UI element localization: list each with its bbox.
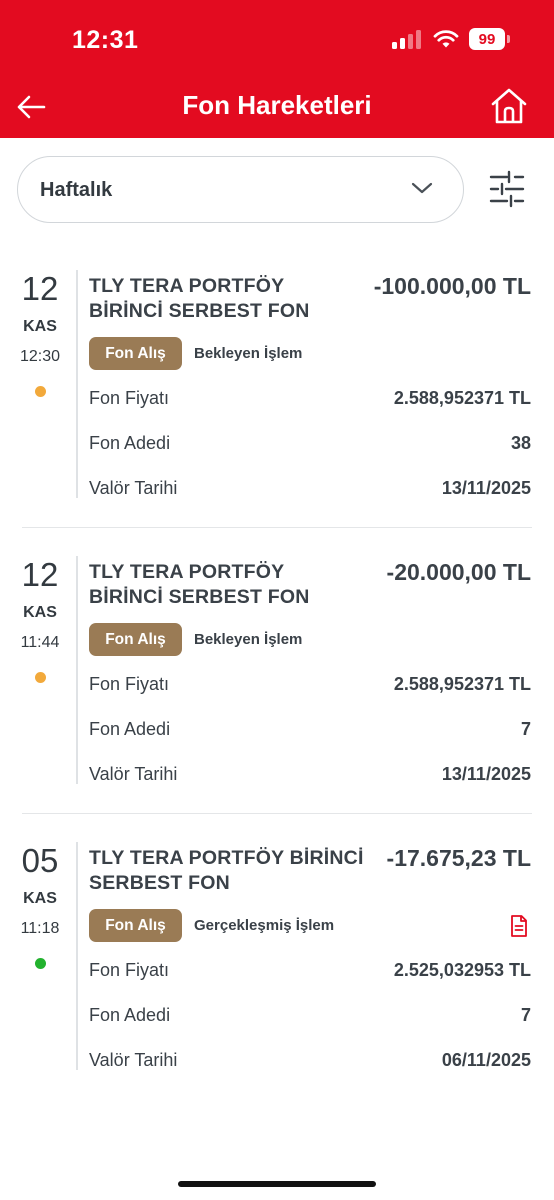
transaction-month: KAS <box>23 890 57 907</box>
transaction-type-badge: Fon Alış <box>89 623 182 656</box>
timeline-divider <box>76 556 78 784</box>
status-icons: 99 <box>392 28 510 50</box>
value-date-row: Valör Tarihi 13/11/2025 <box>89 478 531 506</box>
cellular-signal-icon <box>392 29 421 49</box>
transaction-month: KAS <box>23 604 57 621</box>
transaction-type-badge: Fon Alış <box>89 337 182 370</box>
price-row: Fon Fiyatı 2.588,952371 TL <box>89 674 531 702</box>
transaction-time: 11:44 <box>20 634 60 651</box>
home-indicator[interactable] <box>178 1181 376 1187</box>
document-icon[interactable] <box>509 914 529 938</box>
transaction-month: KAS <box>23 318 57 335</box>
quantity-value: 7 <box>520 719 531 739</box>
value-date-label: Valör Tarihi <box>89 478 178 498</box>
transaction-type-badge: Fon Alış <box>89 909 182 942</box>
quantity-label: Fon Adedi <box>89 1005 171 1025</box>
quantity-label: Fon Adedi <box>89 719 171 739</box>
filter-button[interactable] <box>488 169 526 209</box>
quantity-value: 38 <box>510 433 531 453</box>
transaction-day: 05 <box>21 842 59 879</box>
transaction-day: 12 <box>21 556 59 593</box>
value-date-row: Valör Tarihi 06/11/2025 <box>89 1050 531 1078</box>
fund-name-line: SERBEST FON <box>89 872 230 894</box>
price-row: Fon Fiyatı 2.525,032953 TL <box>89 960 531 988</box>
quantity-row: Fon Adedi 7 <box>89 719 531 747</box>
quantity-row: Fon Adedi 7 <box>89 1005 531 1033</box>
battery-cap <box>507 35 510 43</box>
fund-name: TLY TERA PORTFÖY BİRİNCİ SERBEST FON <box>89 846 364 896</box>
price-label: Fon Fiyatı <box>89 388 170 408</box>
status-time: 12:31 <box>72 26 139 54</box>
price-label: Fon Fiyatı <box>89 960 170 980</box>
period-selected-value: Haftalık <box>40 179 113 201</box>
wifi-icon <box>433 30 459 48</box>
app-header: 12:31 99 Fon Hareketleri <box>0 0 554 138</box>
fund-name: TLY TERA PORTFÖY BİRİNCİ SERBEST FON <box>89 560 309 610</box>
divider <box>22 813 532 814</box>
fund-name-line: TLY TERA PORTFÖY <box>89 561 285 583</box>
battery-icon: 99 <box>469 28 505 50</box>
transaction-time: 12:30 <box>19 348 61 365</box>
transaction-status: Bekleyen İşlem <box>194 345 303 362</box>
home-icon <box>491 88 527 124</box>
fund-name-line: BİRİNCİ SERBEST FON <box>89 586 310 608</box>
price-value: 2.588,952371 TL <box>393 388 531 408</box>
transaction-status: Gerçekleşmiş İşlem <box>194 917 335 934</box>
value-date-value: 13/11/2025 <box>441 478 531 498</box>
value-date-value: 13/11/2025 <box>441 764 531 784</box>
chevron-down-icon <box>411 182 433 194</box>
price-label: Fon Fiyatı <box>89 674 170 694</box>
fund-name-line: TLY TERA PORTFÖY <box>89 275 285 297</box>
price-row: Fon Fiyatı 2.588,952371 TL <box>89 388 531 416</box>
value-date-value: 06/11/2025 <box>441 1050 531 1070</box>
page-title: Fon Hareketleri <box>182 90 372 120</box>
price-value: 2.588,952371 TL <box>393 674 531 694</box>
quantity-label: Fon Adedi <box>89 433 171 453</box>
fund-name: TLY TERA PORTFÖY BİRİNCİ SERBEST FON <box>89 274 309 324</box>
quantity-value: 7 <box>520 1005 531 1025</box>
transaction-day: 12 <box>21 270 59 307</box>
value-date-row: Valör Tarihi 13/11/2025 <box>89 764 531 792</box>
value-date-label: Valör Tarihi <box>89 1050 178 1070</box>
timeline-divider <box>76 270 78 498</box>
fund-name-line: BİRİNCİ SERBEST FON <box>89 300 310 322</box>
home-button[interactable] <box>490 87 528 125</box>
price-value: 2.525,032953 TL <box>393 960 531 980</box>
transaction-amount: -17.675,23 TL <box>386 845 531 871</box>
status-dot <box>35 958 46 969</box>
transaction-amount: -20.000,00 TL <box>386 559 531 585</box>
divider <box>22 527 532 528</box>
period-dropdown[interactable]: Haftalık <box>17 156 464 223</box>
transaction-time: 11:18 <box>20 920 60 937</box>
transaction-amount: -100.000,00 TL <box>373 273 531 299</box>
status-dot <box>35 386 46 397</box>
fund-name-line: TLY TERA PORTFÖY BİRİNCİ <box>89 847 364 869</box>
sliders-icon <box>489 170 525 208</box>
timeline-divider <box>76 842 78 1070</box>
status-dot <box>35 672 46 683</box>
quantity-row: Fon Adedi 38 <box>89 433 531 461</box>
transaction-status: Bekleyen İşlem <box>194 631 303 648</box>
value-date-label: Valör Tarihi <box>89 764 178 784</box>
